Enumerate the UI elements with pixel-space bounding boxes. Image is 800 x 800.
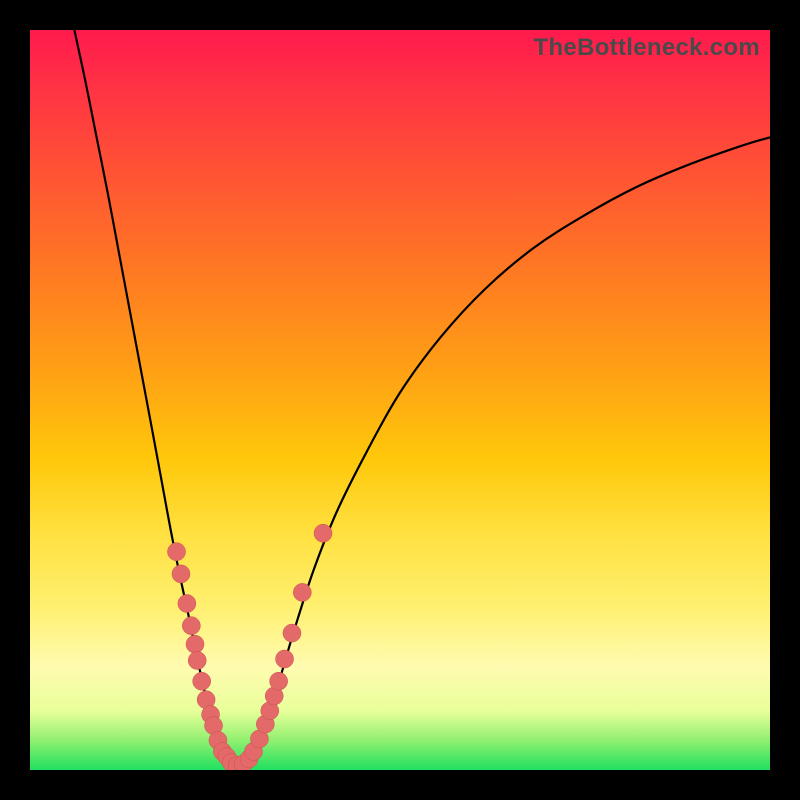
curve-left-arm — [74, 30, 258, 768]
data-point — [168, 543, 186, 561]
chart-overlay — [30, 30, 770, 770]
chart-frame: TheBottleneck.com — [0, 0, 800, 800]
points-group — [168, 524, 333, 770]
data-point — [186, 635, 204, 653]
data-point — [293, 583, 311, 601]
data-point — [182, 617, 200, 635]
data-point — [276, 650, 294, 668]
curves-group — [74, 30, 770, 768]
data-point — [178, 595, 196, 613]
data-point — [270, 672, 288, 690]
data-point — [172, 565, 190, 583]
data-point — [283, 624, 301, 642]
curve-right-arm — [258, 137, 770, 749]
data-point — [193, 672, 211, 690]
data-point — [314, 524, 332, 542]
plot-area: TheBottleneck.com — [30, 30, 770, 770]
data-point — [188, 651, 206, 669]
